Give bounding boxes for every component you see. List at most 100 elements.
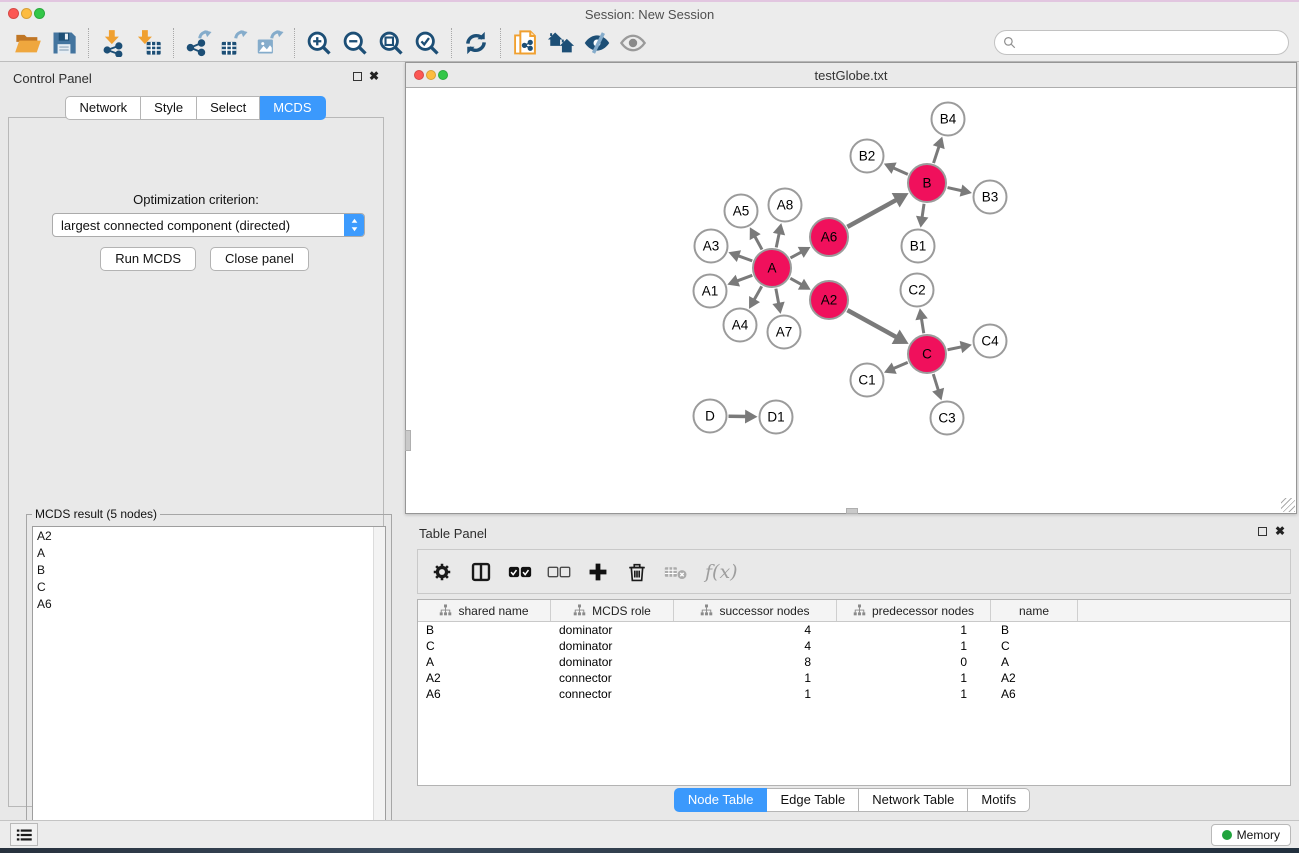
graph-edge-A6-B[interactable] [847,193,908,227]
cell-MCDS-role[interactable]: connector [551,670,674,686]
cell-successor-nodes[interactable]: 1 [674,686,837,702]
tab-select[interactable]: Select [197,96,260,120]
graph-node-B3[interactable]: B3 [974,181,1007,214]
graph-node-A2[interactable]: A2 [810,281,848,319]
cell-predecessor-nodes[interactable]: 1 [837,686,991,702]
cell-name[interactable]: C [991,638,1078,654]
graph-node-C2[interactable]: C2 [901,274,934,307]
import-table-button[interactable] [131,27,167,59]
graph-edge-A-A5[interactable] [750,227,762,249]
graph-edge-A-A3[interactable] [728,250,752,262]
result-list-scrollbar[interactable] [373,527,385,849]
memory-button[interactable]: Memory [1211,824,1291,846]
cell-shared-name[interactable]: A [418,654,551,670]
graph-node-A5[interactable]: A5 [725,195,758,228]
column-header-name[interactable]: name [991,600,1078,621]
graph-edge-A-A8[interactable] [773,223,785,247]
zoom-fit-button[interactable] [373,27,409,59]
graph-node-A1[interactable]: A1 [694,275,727,308]
graph-node-A3[interactable]: A3 [695,230,728,263]
network-from-file-button[interactable] [507,27,543,59]
mcds-result-item[interactable]: C [33,579,373,596]
cell-name[interactable]: B [991,622,1078,638]
cell-name[interactable]: A2 [991,670,1078,686]
graph-node-D1[interactable]: D1 [760,401,793,434]
table-float-panel-icon[interactable] [1258,527,1267,536]
cell-successor-nodes[interactable]: 4 [674,622,837,638]
check-all-button[interactable] [508,560,532,584]
delete-column-button[interactable] [625,560,649,584]
cell-predecessor-nodes[interactable]: 1 [837,638,991,654]
graph-node-C1[interactable]: C1 [851,364,884,397]
delete-table-button[interactable] [664,560,688,584]
graph-edge-A-A2[interactable] [790,278,810,289]
table-tab-network-table[interactable]: Network Table [859,788,968,812]
run-mcds-button[interactable]: Run MCDS [100,247,196,271]
graph-edge-B-B3[interactable] [947,184,971,196]
tab-style[interactable]: Style [141,96,197,120]
add-column-button[interactable] [586,560,610,584]
uncheck-all-button[interactable] [547,560,571,584]
close-panel-button[interactable]: Close panel [210,247,309,271]
graph-node-C3[interactable]: C3 [931,402,964,435]
cell-successor-nodes[interactable]: 8 [674,654,837,670]
criterion-dropdown[interactable]: largest connected component (directed) [52,213,365,237]
graph-edge-C-C3[interactable] [932,374,944,400]
graph-edge-B-B1[interactable] [916,204,928,228]
column-header-predecessor-nodes[interactable]: predecessor nodes [837,600,991,621]
zoom-in-button[interactable] [301,27,337,59]
network-canvas[interactable]: B4B2BB3A8A5A6A3B1AA1C2A2A4A7C4CC1C3DD1 [406,88,1296,513]
graph-node-A[interactable]: A [753,249,791,287]
save-session-button[interactable] [46,27,82,59]
splitter-grip-left[interactable] [405,430,411,451]
table-row-B[interactable]: Bdominator41B [418,622,1290,638]
graph-edge-C-C1[interactable] [884,362,908,374]
table-tab-edge-table[interactable]: Edge Table [767,788,859,812]
mcds-result-item[interactable]: A2 [33,528,373,545]
mcds-result-item[interactable]: A6 [33,596,373,613]
graph-edge-A-A7[interactable] [772,289,784,314]
home-button[interactable] [543,27,579,59]
table-tab-node-table[interactable]: Node Table [674,788,768,812]
cell-MCDS-role[interactable]: connector [551,686,674,702]
cell-MCDS-role[interactable]: dominator [551,654,674,670]
table-row-C[interactable]: Cdominator41C [418,638,1290,654]
table-row-A6[interactable]: A6connector11A6 [418,686,1290,702]
splitter-grip-bottom[interactable] [846,508,858,514]
tab-mcds[interactable]: MCDS [260,96,325,120]
graph-node-A4[interactable]: A4 [724,309,757,342]
function-builder-button[interactable]: f(x) [705,561,738,583]
cell-shared-name[interactable]: A6 [418,686,551,702]
column-pane-button[interactable] [469,560,493,584]
mcds-result-item[interactable]: B [33,562,373,579]
cell-name[interactable]: A [991,654,1078,670]
graph-edge-B-B2[interactable] [884,162,908,174]
table-tab-motifs[interactable]: Motifs [968,788,1030,812]
cell-predecessor-nodes[interactable]: 0 [837,654,991,670]
export-image-button[interactable] [252,27,288,59]
graph-edge-A-A4[interactable] [749,286,762,309]
graph-edge-A-A6[interactable] [790,247,810,258]
cell-shared-name[interactable]: C [418,638,551,654]
graph-edge-A-A1[interactable] [727,275,752,287]
zoom-out-button[interactable] [337,27,373,59]
cell-successor-nodes[interactable]: 1 [674,670,837,686]
graph-node-B[interactable]: B [908,164,946,202]
graph-node-A7[interactable]: A7 [768,316,801,349]
refresh-button[interactable] [458,27,494,59]
graph-node-B4[interactable]: B4 [932,103,965,136]
window-resize-grip[interactable] [1281,498,1295,512]
hide-details-button[interactable] [579,27,615,59]
graph-node-C4[interactable]: C4 [974,325,1007,358]
table-row-A[interactable]: Adominator80A [418,654,1290,670]
cell-MCDS-role[interactable]: dominator [551,638,674,654]
column-header-shared-name[interactable]: shared name [418,600,551,621]
column-header-MCDS-role[interactable]: MCDS role [551,600,674,621]
cell-predecessor-nodes[interactable]: 1 [837,670,991,686]
cell-MCDS-role[interactable]: dominator [551,622,674,638]
gear-button[interactable] [430,560,454,584]
graph-node-A6[interactable]: A6 [810,218,848,256]
graph-node-C[interactable]: C [908,335,946,373]
table-close-panel-icon[interactable]: ✖ [1275,527,1285,536]
show-details-button[interactable] [615,27,651,59]
